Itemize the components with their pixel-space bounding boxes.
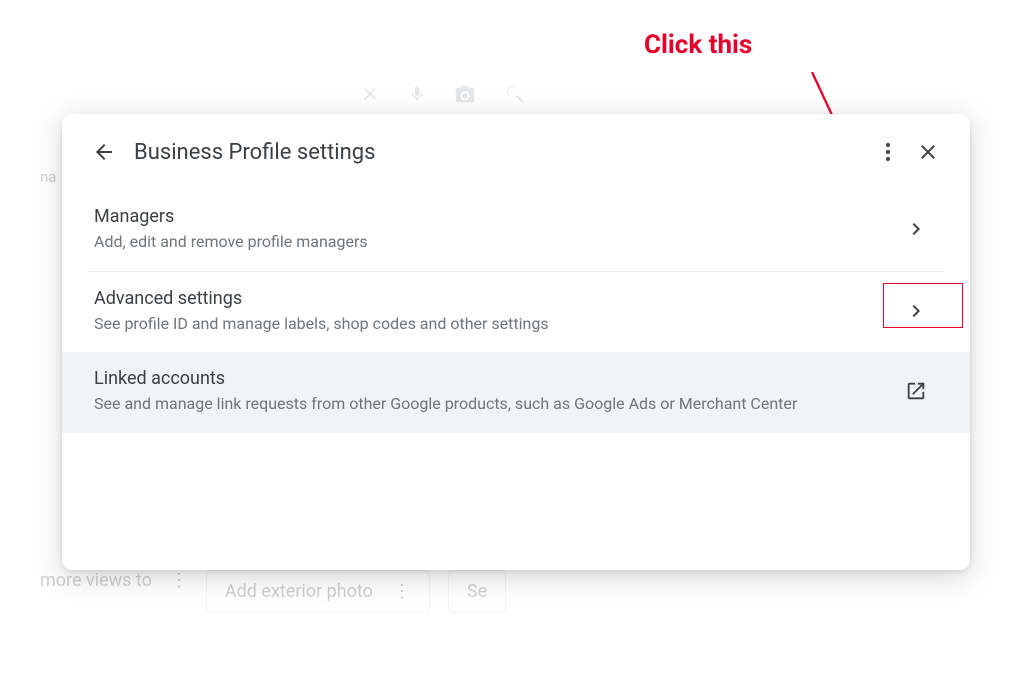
settings-dialog: Business Profile settings Managers Add, … — [62, 114, 970, 570]
more-options-button[interactable] — [868, 132, 908, 172]
close-button[interactable] — [908, 132, 948, 172]
x-icon — [360, 84, 380, 104]
open-external-icon — [894, 369, 938, 413]
row-managers[interactable]: Managers Add, edit and remove profile ma… — [88, 190, 944, 271]
annotation-label: Click this — [644, 30, 752, 60]
background-pill-2: Se — [448, 570, 506, 613]
chevron-right-icon — [894, 289, 938, 333]
arrow-left-icon — [92, 140, 116, 164]
chevron-right-icon — [894, 207, 938, 251]
close-icon — [916, 140, 940, 164]
more-icon: ⋮ — [170, 570, 188, 613]
row-subtitle: See profile ID and manage labels, shop c… — [94, 313, 870, 335]
row-title: Linked accounts — [94, 368, 870, 389]
row-subtitle: See and manage link requests from other … — [94, 393, 870, 415]
background-search-icons — [360, 82, 526, 106]
row-title: Managers — [94, 206, 870, 227]
row-subtitle: Add, edit and remove profile managers — [94, 231, 870, 253]
row-linked-accounts[interactable]: Linked accounts See and manage link requ… — [62, 352, 970, 433]
background-bottom-row: more views to ⋮ Add exterior photo ⋮ Se — [0, 570, 1024, 613]
more-vert-icon — [876, 140, 900, 164]
back-button[interactable] — [84, 132, 124, 172]
background-text-fragment: na — [40, 168, 56, 186]
row-title: Advanced settings — [94, 288, 870, 309]
camera-icon — [454, 83, 476, 105]
search-icon — [504, 83, 526, 105]
row-advanced-settings[interactable]: Advanced settings See profile ID and man… — [88, 271, 944, 353]
dialog-header: Business Profile settings — [62, 114, 970, 190]
mic-icon — [408, 82, 426, 106]
more-icon: ⋮ — [393, 581, 411, 602]
dialog-title: Business Profile settings — [134, 140, 868, 165]
settings-rows: Managers Add, edit and remove profile ma… — [62, 190, 970, 433]
background-pill: Add exterior photo ⋮ — [206, 570, 430, 613]
